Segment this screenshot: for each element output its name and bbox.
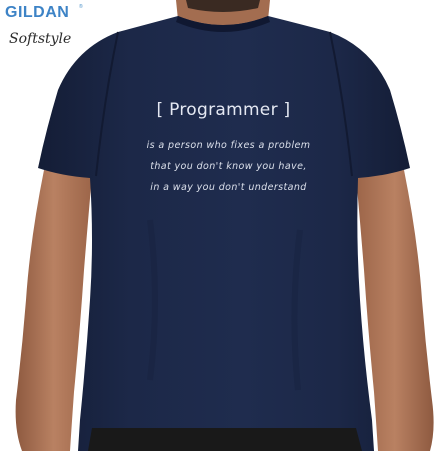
print-line-3: in a way you don't understand [150, 182, 307, 193]
brand-subline: Softstyle [9, 31, 72, 47]
pants-waist [88, 428, 362, 451]
tshirt-back-photo [15, 0, 434, 451]
gildan-logo: GILDAN [5, 4, 70, 21]
print-line-1: is a person who fixes a problem [146, 140, 311, 151]
left-arm [15, 170, 93, 451]
print-line-2: that you don't know you have, [150, 161, 307, 172]
registered-mark: ® [79, 4, 83, 10]
print-title: [ Programmer ] [156, 100, 291, 120]
product-photo: GILDAN ® Softstyle [ Programmer ] is a p… [0, 0, 447, 451]
shirt-body [38, 16, 410, 451]
brand-logo: GILDAN ® Softstyle [5, 4, 125, 54]
